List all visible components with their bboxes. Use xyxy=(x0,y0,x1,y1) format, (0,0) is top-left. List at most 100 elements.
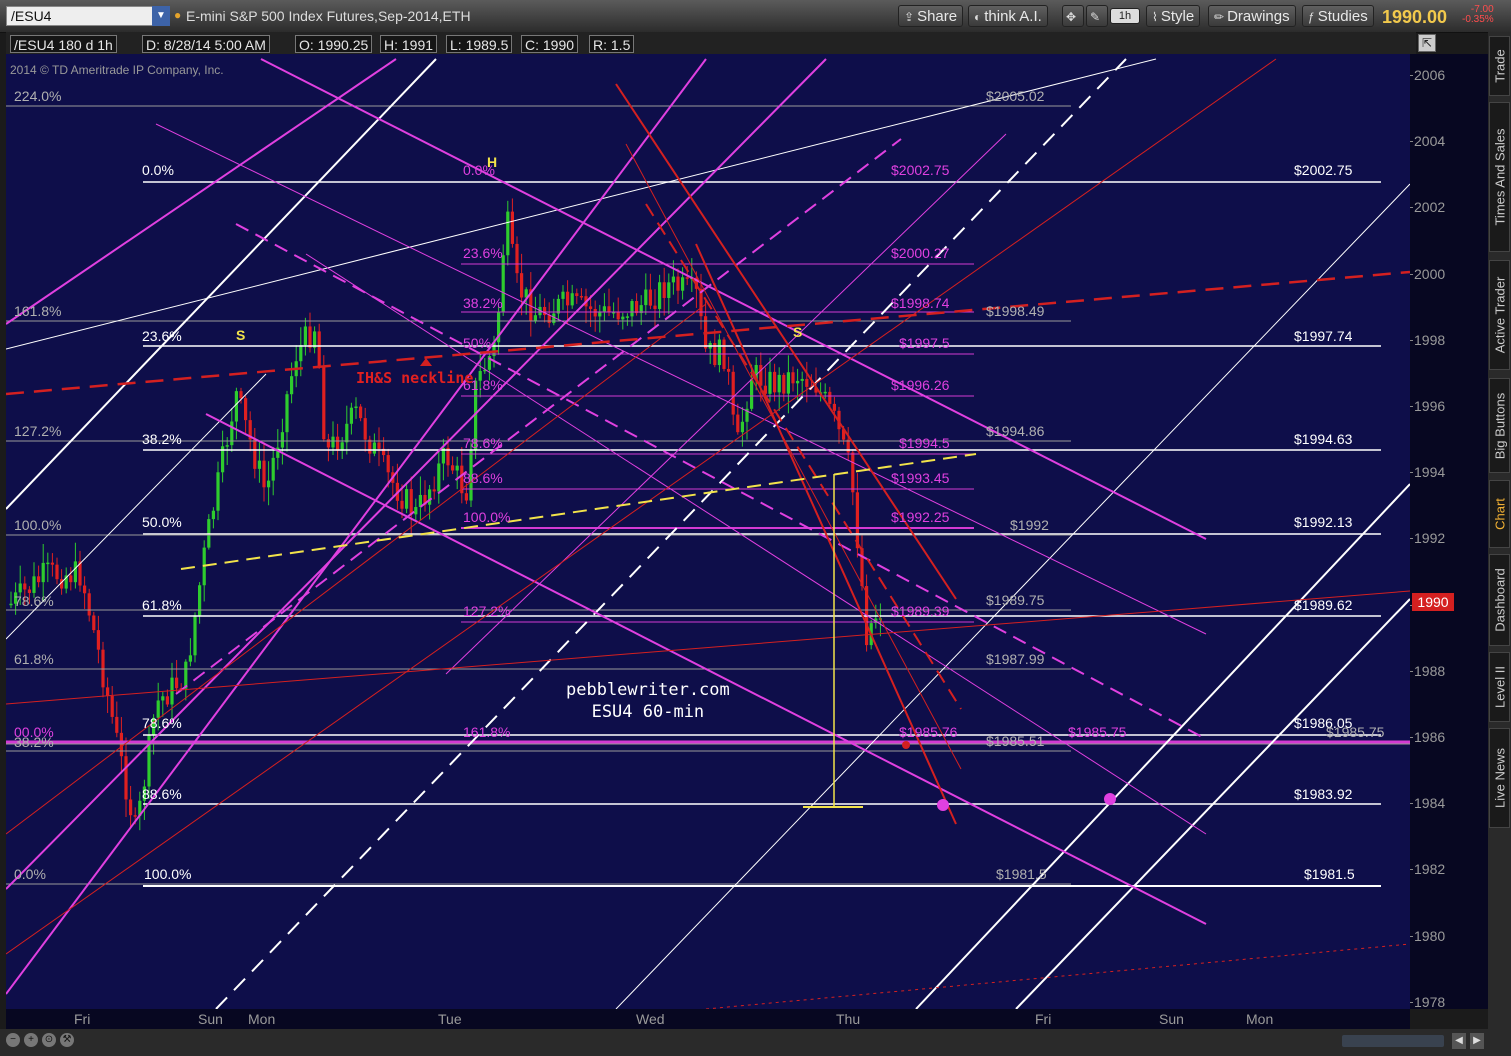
settings-button[interactable]: ✎ xyxy=(1086,5,1108,27)
expand-icon[interactable]: ⇱ xyxy=(1418,34,1436,52)
candle-body xyxy=(832,403,836,411)
y-tick-label: 1998 xyxy=(1414,331,1446,348)
level-label: $1997.5 xyxy=(899,335,950,351)
scroll-right-icon[interactable]: ▶ xyxy=(1470,1033,1484,1049)
candle-body xyxy=(336,436,340,451)
y-tick-mark xyxy=(1410,1001,1413,1003)
symbol-dropdown-icon[interactable]: ▼ xyxy=(152,6,170,26)
price-axis[interactable]: 2006 2004 2002 2000 1998 1996 1994 1992 1990 1988… xyxy=(1410,54,1488,1010)
fib-label: 38.2% xyxy=(142,431,182,447)
fib-label: 61.8% xyxy=(142,597,182,613)
level-label: $1998.74 xyxy=(891,295,950,311)
side-tab-dashboard[interactable]: Dashboard xyxy=(1489,554,1510,646)
drawings-button[interactable]: ✏ Drawings xyxy=(1208,5,1296,27)
share-icon: ⇪ xyxy=(904,10,915,24)
copyright-text: 2014 © TD Ameritrade IP Company, Inc. xyxy=(10,63,224,77)
candle-body xyxy=(73,561,77,583)
y-tick-label: 1984 xyxy=(1414,795,1446,812)
candle-body xyxy=(800,378,804,381)
price-chart-area[interactable]: 2014 © TD Ameritrade IP Company, Inc. $2… xyxy=(6,54,1410,1009)
scroll-left-icon[interactable]: ◀ xyxy=(1452,1033,1466,1049)
candle-body xyxy=(510,211,514,244)
candle-body xyxy=(115,716,119,733)
candle-body xyxy=(561,291,565,299)
chart-header: /ESU4 180 d 1h D: 8/28/14 5:00 AM O: 199… xyxy=(6,32,1436,54)
candle-body xyxy=(768,371,772,394)
zoom-in-icon[interactable]: + xyxy=(24,1033,38,1047)
studies-label: Studies xyxy=(1317,8,1368,25)
candle-body xyxy=(805,378,809,387)
side-tab-times-and-sales[interactable]: Times And Sales xyxy=(1489,102,1510,252)
bar-date: D: 8/28/14 5:00 AM xyxy=(142,35,270,53)
candle-body xyxy=(777,374,781,393)
time-scrollbar[interactable] xyxy=(1342,1035,1444,1047)
candle-body xyxy=(547,315,551,324)
x-tick-label: Tue xyxy=(438,1011,462,1027)
level-label: $1994.63 xyxy=(1294,431,1353,447)
bar-range: R: 1.5 xyxy=(589,35,635,53)
fib-label: 161.8% xyxy=(463,724,511,740)
candle-body xyxy=(92,615,96,631)
price-change: -7.00 -0.35% xyxy=(1462,5,1494,25)
fib-label: 78.6% xyxy=(14,593,54,609)
candle-body xyxy=(740,421,744,433)
x-tick-label: Fri xyxy=(74,1011,91,1027)
y-tick-mark xyxy=(1410,472,1413,474)
level-label: $1989.39 xyxy=(891,603,950,619)
candle-body xyxy=(625,316,629,318)
drawing-toggle-icon[interactable]: ⚒ xyxy=(60,1033,74,1047)
side-tab-trade[interactable]: Trade xyxy=(1489,36,1510,96)
y-tick-mark xyxy=(1410,141,1413,143)
candle-body xyxy=(437,463,441,492)
chart-symbol-period[interactable]: /ESU4 180 d 1h xyxy=(10,35,117,53)
candle-body xyxy=(161,696,165,701)
candle-body xyxy=(50,562,54,565)
candle-body xyxy=(556,298,560,314)
candle-body xyxy=(326,439,330,448)
y-tick-mark xyxy=(1410,538,1413,540)
level-label: $1992.25 xyxy=(891,509,950,525)
y-tick-label: 1996 xyxy=(1414,398,1446,414)
fib-label: 78.6% xyxy=(463,435,503,451)
candle-body xyxy=(257,460,261,469)
studies-button[interactable]: ƒ Studies xyxy=(1302,5,1374,27)
share-button[interactable]: ⇪ Share xyxy=(898,5,964,27)
level-label: $1992.13 xyxy=(1294,514,1353,530)
candle-body xyxy=(731,371,735,415)
fib-label: 23.6% xyxy=(142,328,182,344)
x-tick-label: Mon xyxy=(248,1011,276,1027)
side-tab-chart[interactable]: Chart xyxy=(1489,480,1510,548)
bar-close: C: 1990 xyxy=(521,35,579,53)
zoom-out-icon[interactable]: − xyxy=(6,1033,20,1047)
y-tick-mark xyxy=(1410,869,1413,871)
fib-label: 127.2% xyxy=(463,603,511,619)
crosshair-button[interactable]: ✥ xyxy=(1062,5,1084,27)
side-tab-live-news[interactable]: Live News xyxy=(1489,728,1510,828)
zoom-fit-icon[interactable]: ⊙ xyxy=(42,1033,56,1047)
candle-body xyxy=(262,460,266,488)
style-button[interactable]: ⌇ Style xyxy=(1146,5,1201,27)
time-axis[interactable]: Fri Sun Mon Tue Wed Thu Fri Sun Mon xyxy=(6,1009,1410,1029)
candle-body xyxy=(184,661,188,689)
side-tab-big-buttons[interactable]: Big Buttons xyxy=(1489,378,1510,473)
candle-body xyxy=(271,457,275,481)
candle-body xyxy=(234,391,238,422)
watermark-title: ESU4 60-min xyxy=(591,702,705,722)
level-label: $1996.26 xyxy=(891,377,950,393)
candle-body xyxy=(782,374,786,394)
symbol-input[interactable]: /ESU4 xyxy=(6,6,154,26)
candle-body xyxy=(32,576,36,593)
candle-body xyxy=(110,695,114,717)
fib-label: 23.6% xyxy=(463,245,503,261)
candle-body xyxy=(363,418,367,440)
candle-body xyxy=(579,296,583,298)
side-tab-active-trader[interactable]: Active Trader xyxy=(1489,260,1510,370)
level-label: $1989.75 xyxy=(986,592,1045,608)
candle-body xyxy=(405,489,409,509)
candle-body xyxy=(533,315,537,322)
side-tab-level-ii[interactable]: Level II xyxy=(1489,652,1510,722)
think-ai-button[interactable]: ◐ think A.I. xyxy=(968,5,1048,27)
target-dot-icon xyxy=(937,799,949,811)
side-tab-label: Big Buttons xyxy=(1492,392,1507,459)
timeframe-button[interactable]: 1h xyxy=(1110,8,1140,24)
